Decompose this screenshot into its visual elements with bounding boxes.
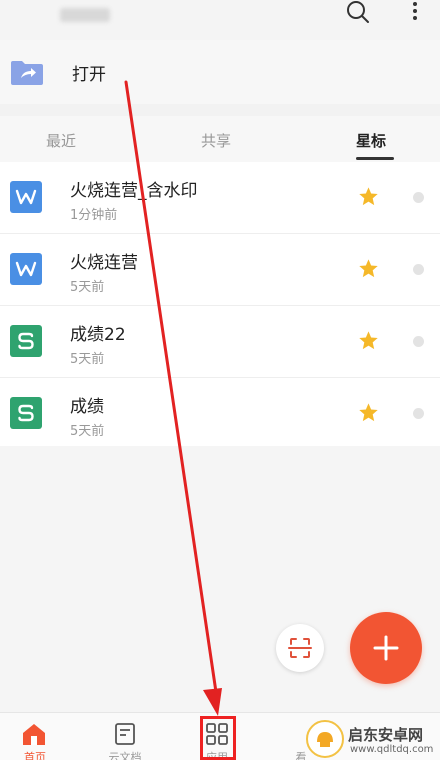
- search-button[interactable]: [344, 0, 372, 26]
- top-bar: [0, 0, 440, 40]
- file-name: 成绩: [70, 397, 104, 417]
- nav-cloud-label: 云文档: [108, 751, 142, 760]
- file-row-1[interactable]: 火烧连营_含水印 1分钟前: [0, 162, 440, 234]
- more-dot[interactable]: [413, 408, 424, 419]
- create-new-button[interactable]: [350, 612, 422, 684]
- cloud-doc-icon: [115, 723, 135, 745]
- sheet-doc-icon: [10, 397, 42, 429]
- plus-icon: [373, 635, 399, 661]
- nav-home-label: 首页: [24, 751, 46, 760]
- scan-icon: [288, 638, 312, 658]
- nav-cloud-doc[interactable]: 云文档: [90, 713, 160, 760]
- star-icon[interactable]: [358, 330, 379, 351]
- folder-share-icon: [11, 61, 43, 85]
- more-vertical-icon: [413, 2, 417, 20]
- more-dot[interactable]: [413, 264, 424, 275]
- watermark-badge-icon: [306, 720, 344, 758]
- star-icon[interactable]: [358, 402, 379, 423]
- scan-button[interactable]: [276, 624, 324, 672]
- file-row-4[interactable]: 成绩 5天前: [0, 378, 440, 450]
- file-row-2[interactable]: 火烧连营 5天前: [0, 234, 440, 306]
- file-name: 火烧连营: [70, 253, 138, 273]
- sheet-doc-icon: [10, 325, 42, 357]
- watermark-logo: 启东安卓网 www.qdltdq.com: [306, 718, 436, 758]
- more-dot[interactable]: [413, 336, 424, 347]
- file-time: 5天前: [70, 280, 105, 295]
- file-time: 5天前: [70, 352, 105, 367]
- wps-home-screen: 打开 最近 共享 星标 火烧连营_含水印 1分钟前 火烧连营 5天前 成绩22 …: [0, 0, 440, 760]
- word-doc-icon: [10, 253, 42, 285]
- active-tab-indicator: [356, 157, 394, 160]
- more-button[interactable]: [404, 0, 426, 26]
- tab-bar: 最近 共享 星标: [0, 116, 440, 163]
- open-file-row[interactable]: 打开: [0, 40, 440, 104]
- annotation-highlight-box: [200, 716, 236, 760]
- more-dot[interactable]: [413, 192, 424, 203]
- search-icon: [347, 1, 369, 23]
- star-icon[interactable]: [358, 258, 379, 279]
- watermark-title: 启东安卓网: [348, 726, 424, 744]
- file-time: 1分钟前: [70, 208, 118, 223]
- nav-home[interactable]: 首页: [0, 713, 70, 760]
- file-list: 火烧连营_含水印 1分钟前 火烧连营 5天前 成绩22 5天前 成绩 5天前: [0, 162, 440, 450]
- blurred-title: [60, 8, 110, 22]
- word-doc-icon: [10, 181, 42, 213]
- tab-starred[interactable]: 星标: [356, 130, 386, 151]
- file-time: 5天前: [70, 424, 105, 439]
- file-name: 成绩22: [70, 325, 126, 345]
- home-icon: [23, 724, 45, 745]
- watermark-url: www.qdltdq.com: [350, 744, 434, 755]
- open-label: 打开: [72, 65, 106, 85]
- file-row-3[interactable]: 成绩22 5天前: [0, 306, 440, 378]
- file-name: 火烧连营_含水印: [70, 181, 198, 201]
- star-icon[interactable]: [358, 186, 379, 207]
- tab-shared[interactable]: 共享: [201, 130, 231, 151]
- tab-recent[interactable]: 最近: [46, 130, 76, 151]
